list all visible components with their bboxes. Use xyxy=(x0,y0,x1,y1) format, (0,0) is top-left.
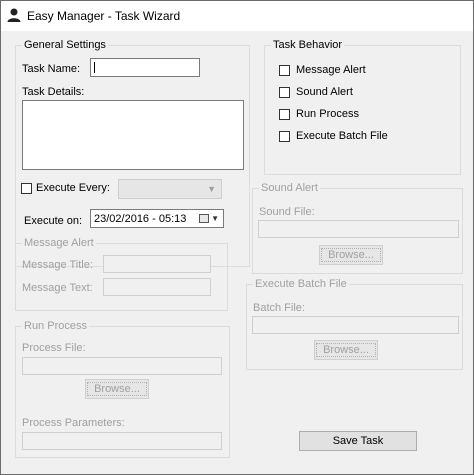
run-process-legend: Run Process xyxy=(22,320,89,333)
execute-batch-file-checkbox[interactable] xyxy=(279,131,290,142)
sound-browse-button[interactable]: Browse... xyxy=(319,245,383,265)
sound-alert-label: Sound Alert xyxy=(296,86,353,98)
batch-file-input[interactable] xyxy=(252,316,459,334)
execute-on-value: 23/02/2016 - 05:13 xyxy=(94,213,187,225)
message-alert-label: Message Alert xyxy=(296,64,366,76)
chevron-down-icon: ▼ xyxy=(207,184,216,194)
task-behavior-group: Task Behavior Message Alert Sound Alert … xyxy=(264,39,461,175)
process-file-input[interactable] xyxy=(22,357,222,375)
window-title: Easy Manager - Task Wizard xyxy=(27,9,181,23)
batch-file-legend: Execute Batch File xyxy=(253,278,349,291)
general-settings-legend: General Settings xyxy=(22,39,108,52)
sound-alert-group: Sound Alert Sound File: Browse... xyxy=(252,182,463,274)
general-settings-group: General Settings Task Name: Task Details… xyxy=(15,39,250,267)
calendar-icon[interactable] xyxy=(199,214,209,223)
process-file-label: Process File: xyxy=(22,342,86,354)
batch-file-label: Batch File: xyxy=(253,302,305,314)
run-process-checkbox[interactable] xyxy=(279,109,290,120)
sound-file-label: Sound File: xyxy=(259,206,315,218)
task-details-input[interactable] xyxy=(22,100,244,170)
sound-alert-checkbox[interactable] xyxy=(279,87,290,98)
execute-every-select[interactable]: ▼ xyxy=(118,179,222,199)
message-title-label: Message Title: xyxy=(22,259,93,271)
message-alert-checkbox[interactable] xyxy=(279,65,290,76)
message-text-input[interactable] xyxy=(103,278,211,296)
execute-on-datepicker[interactable]: 23/02/2016 - 05:13 ▼ xyxy=(90,209,224,228)
process-browse-label: Browse... xyxy=(87,381,147,396)
process-parameters-label: Process Parameters: xyxy=(22,417,125,429)
text-caret xyxy=(94,62,95,73)
wizard-body: General Settings Task Name: Task Details… xyxy=(1,31,473,474)
batch-file-group: Execute Batch File Batch File: Browse... xyxy=(246,278,463,370)
sound-browse-label: Browse... xyxy=(321,247,381,262)
app-user-icon xyxy=(7,8,21,22)
task-behavior-legend: Task Behavior xyxy=(271,39,345,52)
sound-file-input[interactable] xyxy=(258,220,459,238)
run-process-group: Run Process Process File: Browse... Proc… xyxy=(15,320,230,458)
process-parameters-input[interactable] xyxy=(22,432,222,450)
task-name-input[interactable] xyxy=(90,58,200,77)
execute-on-label: Execute on: xyxy=(24,215,83,227)
task-details-label: Task Details: xyxy=(22,86,85,98)
message-alert-legend: Message Alert xyxy=(22,237,96,250)
process-browse-button[interactable]: Browse... xyxy=(85,379,149,399)
batch-browse-label: Browse... xyxy=(316,342,376,357)
message-title-input[interactable] xyxy=(103,255,211,273)
sound-alert-legend: Sound Alert xyxy=(259,182,320,195)
task-wizard-window: Easy Manager - Task Wizard General Setti… xyxy=(0,0,474,475)
message-alert-group: Message Alert Message Title: Message Tex… xyxy=(15,237,228,311)
execute-every-checkbox[interactable] xyxy=(21,183,32,194)
title-bar: Easy Manager - Task Wizard xyxy=(1,1,473,31)
task-name-label: Task Name: xyxy=(22,63,81,75)
run-process-label: Run Process xyxy=(296,108,359,120)
execute-every-label: Execute Every: xyxy=(36,182,110,194)
save-task-button[interactable]: Save Task xyxy=(299,431,417,451)
message-text-label: Message Text: xyxy=(22,282,93,294)
dropdown-arrow-icon[interactable]: ▼ xyxy=(211,214,219,223)
batch-browse-button[interactable]: Browse... xyxy=(314,340,378,360)
execute-batch-file-label: Execute Batch File xyxy=(296,130,388,142)
